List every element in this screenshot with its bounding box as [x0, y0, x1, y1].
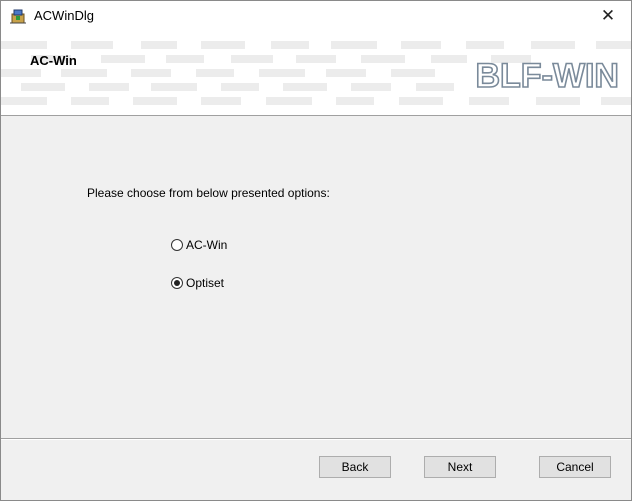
option-optiset[interactable]: Optiset [171, 276, 224, 290]
dialog-window: ACWinDlg ✕ AC-Win BLF-WIN Please choose … [0, 0, 632, 501]
radio-optiset[interactable] [171, 277, 183, 289]
footer: Back Next Cancel [1, 440, 631, 500]
content-area: Please choose from below presented optio… [1, 116, 631, 438]
logo-text: BLF-WIN [475, 57, 619, 95]
window-title: ACWinDlg [34, 8, 94, 23]
next-button[interactable]: Next [424, 456, 496, 478]
installer-icon [9, 7, 27, 25]
radio-ac-win[interactable] [171, 239, 183, 251]
blf-win-logo: BLF-WIN [475, 56, 620, 95]
option-ac-win[interactable]: AC-Win [171, 238, 227, 252]
banner: AC-Win BLF-WIN [1, 31, 631, 116]
back-button[interactable]: Back [319, 456, 391, 478]
cancel-button[interactable]: Cancel [539, 456, 611, 478]
close-icon: ✕ [600, 6, 616, 25]
option-label: AC-Win [186, 238, 228, 252]
option-label: Optiset [186, 276, 225, 290]
close-button[interactable]: ✕ [585, 1, 631, 31]
prompt-text: Please choose from below presented optio… [87, 186, 330, 200]
title-bar[interactable]: ACWinDlg ✕ [1, 1, 631, 31]
banner-title: AC-Win [30, 53, 77, 68]
